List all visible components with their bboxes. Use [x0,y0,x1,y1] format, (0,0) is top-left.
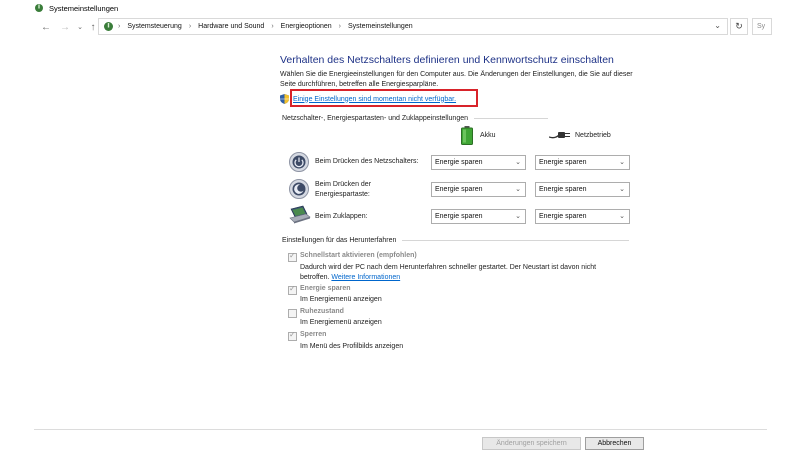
select-value: Energie sparen [539,159,587,166]
section-heading-shutdown: Einstellungen für das Herunterfahren [282,237,630,244]
more-info-link[interactable]: Weitere Informationen [331,274,400,281]
fast-startup-checkbox[interactable] [288,251,297,262]
battery-icon [461,126,473,145]
sleep-description: Im Energiemenü anzeigen [300,296,382,303]
highlight-annotation [290,89,478,107]
fast-startup-label: Schnellstart aktivieren (empfohlen) [300,252,417,259]
chevron-right-icon: › [271,23,274,30]
control-panel-icon [104,22,113,31]
hibernate-label: Ruhezustand [300,308,344,315]
power-button-plugged-select[interactable]: Energie sparen ⌄ [535,155,630,170]
chevron-right-icon: › [188,23,192,30]
search-input[interactable]: Sy [752,18,772,35]
sleep-button-icon [289,179,309,199]
save-changes-button[interactable]: Änderungen speichern [482,437,581,450]
laptop-lid-icon [289,205,311,224]
lid-close-plugged-select[interactable]: Energie sparen ⌄ [535,209,630,224]
section-heading-label: Einstellungen für das Herunterfahren [282,237,397,244]
breadcrumb-energieoptionen[interactable]: Energieoptionen [281,23,332,30]
divider [474,118,548,119]
chevron-down-icon: ⌄ [515,186,521,193]
hibernate-checkbox[interactable] [288,309,297,318]
select-value: Energie sparen [435,159,483,166]
sleep-button-battery-select[interactable]: Energie sparen ⌄ [431,182,526,197]
fast-startup-description: Dadurch wird der PC nach dem Herunterfah… [300,263,620,283]
chevron-down-icon[interactable]: ⌄ [714,21,721,30]
chevron-down-icon: ⌄ [619,159,625,166]
lock-label: Sperren [300,331,327,338]
footer-divider [34,429,767,430]
hibernate-description: Im Energiemenü anzeigen [300,319,382,326]
page-description: Wählen Sie die Energieeinstellungen für … [280,71,633,88]
column-plugged-in-label: Netzbetrieb [575,131,611,139]
breadcrumb-systemsteuerung[interactable]: Systemsteuerung [127,23,181,30]
navigation-bar: ← → ⌄ ↑ › Systemsteuerung › Hardware und… [0,17,800,37]
hibernate-option[interactable]: Ruhezustand [288,308,344,318]
select-value: Energie sparen [539,213,587,220]
power-plug-icon [549,132,570,139]
chevron-down-icon: ⌄ [619,186,625,193]
lock-option[interactable]: Sperren [288,330,327,341]
power-options-icon [35,4,43,12]
chevron-down-icon: ⌄ [515,159,521,166]
fast-startup-option[interactable]: Schnellstart aktivieren (empfohlen) [288,251,417,262]
sleep-button-label: Beim Drücken der Energiespartaste: [315,181,372,198]
column-plugged-in: Netzbetrieb [549,130,611,140]
window-title: Systemeinstellungen [49,3,119,13]
page-title: Verhalten des Netzschalters definieren u… [280,54,614,66]
lock-description: Im Menü des Profilbilds anzeigen [300,343,404,350]
divider [402,240,630,241]
section-heading-label: Netzschalter-, Energiespartasten- und Zu… [282,115,468,122]
power-button-icon [289,152,309,172]
sleep-checkbox[interactable] [288,284,297,295]
section-heading-buttons: Netzschalter-, Energiespartasten- und Zu… [282,115,548,122]
breadcrumb-systemeinstellungen[interactable]: Systemeinstellungen [348,23,413,30]
chevron-down-icon: ⌄ [619,213,625,220]
select-value: Energie sparen [435,213,483,220]
select-value: Energie sparen [539,186,587,193]
lid-close-battery-select[interactable]: Energie sparen ⌄ [431,209,526,224]
column-battery: Akku [461,126,496,145]
arrow-left-icon[interactable]: ← [38,19,54,35]
select-value: Energie sparen [435,186,483,193]
address-bar[interactable]: › Systemsteuerung › Hardware und Sound ›… [98,18,728,35]
title-bar: Systemeinstellungen [0,0,800,16]
arrow-right-icon[interactable]: → [57,19,73,35]
sleep-button-plugged-select[interactable]: Energie sparen ⌄ [535,182,630,197]
breadcrumb-hardware-und-sound[interactable]: Hardware und Sound [198,23,264,30]
power-button-label: Beim Drücken des Netzschalters: [315,158,419,165]
refresh-icon[interactable]: ↻ [730,18,748,35]
lock-checkbox[interactable] [288,330,297,341]
sleep-label: Energie sparen [300,285,351,292]
cancel-button[interactable]: Abbrechen [585,437,644,450]
uac-shield-icon [280,94,289,104]
chevron-right-icon: › [338,23,342,30]
chevron-right-icon: › [118,23,121,30]
chevron-down-icon: ⌄ [515,213,521,220]
sleep-option[interactable]: Energie sparen [288,284,351,295]
column-battery-label: Akku [480,132,496,139]
lid-close-label: Beim Zuklappen: [315,213,368,220]
power-button-battery-select[interactable]: Energie sparen ⌄ [431,155,526,170]
